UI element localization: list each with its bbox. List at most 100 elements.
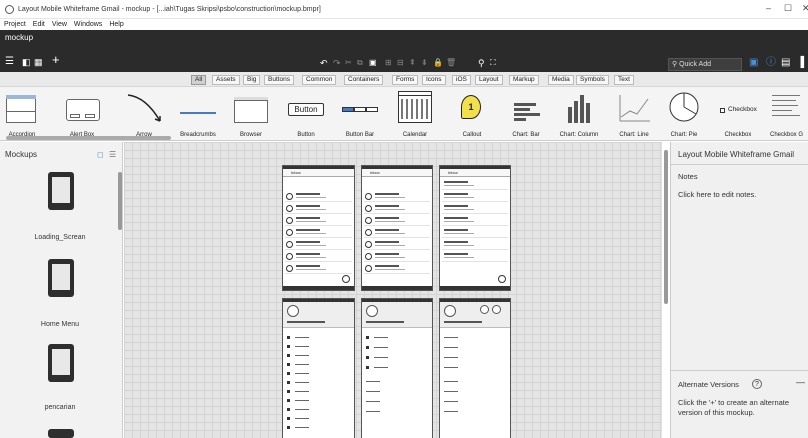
library-item-chart-line[interactable]: Chart: Line — [612, 89, 656, 138]
filter-media[interactable]: Media — [548, 75, 574, 85]
filter-ios[interactable]: iOS — [452, 75, 471, 85]
library-item-accordion[interactable]: Accordion — [2, 89, 42, 138]
library-item-browser[interactable]: Browser — [230, 89, 272, 138]
library-label: Chart: Column — [559, 132, 599, 138]
mockups-panel-title: Mockups — [5, 150, 38, 159]
close-button[interactable]: ✕ — [802, 3, 808, 14]
filter-symbols[interactable]: Symbols — [576, 75, 609, 85]
panel-right-icon[interactable]: ▐ — [797, 57, 804, 69]
notes-field[interactable]: Click here to edit notes. — [678, 190, 756, 199]
filter-common[interactable]: Common — [302, 75, 337, 85]
library-item-checkbox[interactable]: Checkbox Checkbox — [714, 89, 762, 138]
filter-markup[interactable]: Markup — [509, 75, 539, 85]
filter-all[interactable]: All — [191, 75, 207, 85]
mockup-label[interactable]: Loading_Screan — [0, 234, 120, 241]
library-label: Browser — [239, 132, 262, 138]
copy-icon[interactable]: ⧉ — [357, 57, 363, 69]
add-version-icon[interactable]: — — [796, 377, 805, 387]
app-icon — [5, 4, 14, 14]
menu-icon[interactable]: ☰ — [5, 56, 14, 68]
library-item-calendar[interactable]: Calendar — [392, 89, 438, 138]
menu-bar: Project Edit View Windows Help — [0, 19, 808, 30]
chart-pie-preview — [669, 92, 699, 122]
library-item-breadcrumbs[interactable]: Breadcrumbs — [176, 89, 220, 138]
mockup-thumb-home[interactable] — [48, 259, 74, 297]
drawer-screen-1[interactable] — [282, 298, 355, 438]
redo-icon[interactable]: ↷ — [333, 57, 341, 69]
chart-column-preview — [554, 89, 604, 125]
chart-bar-preview — [506, 89, 546, 125]
info-icon[interactable]: ⓘ — [766, 57, 776, 69]
bring-front-icon[interactable]: ⇞ — [409, 57, 416, 69]
library-item-arrow[interactable]: Arrow — [124, 89, 164, 138]
filter-assets[interactable]: Assets — [212, 75, 240, 85]
mockup-thumb-loading[interactable] — [48, 172, 74, 210]
menu-edit[interactable]: Edit — [33, 21, 45, 28]
screen-title: Inbox — [370, 170, 380, 175]
library-item-chart-bar[interactable]: Chart: Bar — [506, 89, 546, 138]
mockup-label[interactable]: Home Menu — [0, 321, 120, 328]
grid-view-icon[interactable]: ▦ — [34, 56, 43, 68]
mockups-scrollbar[interactable] — [118, 172, 122, 230]
filter-layout[interactable]: Layout — [475, 75, 503, 85]
library-item-chart-column[interactable]: Chart: Column — [554, 89, 604, 138]
cut-icon[interactable]: ✂ — [345, 57, 352, 69]
help-icon[interactable]: ? — [752, 379, 762, 389]
maximize-button[interactable]: ☐ — [784, 3, 792, 14]
project-title: mockup — [5, 33, 34, 42]
panel-toggle-icon[interactable]: ◧ — [22, 56, 31, 68]
library-item-callout[interactable]: 1 Callout — [452, 89, 492, 138]
trash-icon[interactable]: 🗑 — [446, 57, 456, 69]
menu-project[interactable]: Project — [4, 21, 26, 28]
filter-text[interactable]: Text — [614, 75, 634, 85]
ungroup-icon[interactable]: ⊟ — [397, 57, 404, 69]
fullscreen-icon[interactable]: ⛶ — [490, 57, 496, 69]
search-icon[interactable]: ⚲ — [478, 57, 485, 69]
inbox-screen-3[interactable]: Inbox — [439, 165, 511, 291]
library-item-button-bar[interactable]: Button Bar — [338, 89, 382, 138]
filter-containers[interactable]: Containers — [344, 75, 384, 85]
mockup-thumb-next[interactable] — [48, 429, 74, 438]
chart-line-preview — [619, 95, 650, 122]
window-title: Layout Mobile Whiteframe Gmail - mockup … — [18, 5, 321, 13]
thumbnail-view-icon[interactable]: ◻ — [97, 150, 104, 159]
library-label: Checkbox G — [770, 132, 804, 138]
inbox-screen-2[interactable]: Inbox — [361, 165, 433, 291]
filter-big[interactable]: Big — [243, 75, 261, 85]
group-icon[interactable]: ⊞ — [385, 57, 392, 69]
library-item-checkbox-group[interactable]: Checkbox G — [766, 89, 808, 138]
inbox-screen-1[interactable]: Inbox — [282, 165, 355, 291]
list-view-icon[interactable]: ☰ — [109, 150, 116, 159]
arrow-preview — [127, 94, 161, 122]
quick-add-input[interactable]: ⚲ Quick Add — [668, 58, 742, 71]
drawer-screen-2[interactable] — [361, 298, 433, 438]
menu-windows[interactable]: Windows — [74, 21, 102, 28]
filter-buttons[interactable]: Buttons — [264, 75, 295, 85]
library-label: Callout — [462, 132, 482, 138]
drawer-screen-3[interactable] — [439, 298, 511, 438]
screen-title: Inbox — [448, 170, 458, 175]
canvas-scrollbar[interactable] — [664, 150, 668, 304]
paste-icon[interactable]: ▣ — [369, 57, 377, 69]
minimize-button[interactable]: – — [766, 3, 771, 13]
divider — [670, 164, 808, 165]
library-item-button[interactable]: Button Button — [284, 89, 328, 138]
add-mockup-icon[interactable]: + — [52, 53, 60, 66]
checkbox-preview: Checkbox — [714, 89, 762, 125]
undo-icon[interactable]: ↶ — [320, 57, 328, 69]
menu-help[interactable]: Help — [109, 21, 123, 28]
library-item-alert-box[interactable]: Alert Box — [60, 89, 104, 138]
button-preview: Button — [284, 89, 328, 125]
mockup-label[interactable]: pencarian — [0, 404, 120, 411]
properties-icon[interactable]: ▤ — [781, 57, 790, 69]
mockup-thumb-pencarian[interactable] — [48, 344, 74, 382]
save-icon[interactable]: ▣ — [749, 57, 758, 69]
library-scrollbar[interactable] — [6, 136, 171, 140]
send-back-icon[interactable]: ⇟ — [421, 57, 428, 69]
divider — [670, 370, 808, 371]
library-item-chart-pie[interactable]: Chart: Pie — [664, 89, 704, 138]
filter-forms[interactable]: Forms — [392, 75, 419, 85]
menu-view[interactable]: View — [52, 21, 67, 28]
filter-icons[interactable]: Icons — [422, 75, 446, 85]
lock-icon[interactable]: 🔒 — [433, 57, 443, 69]
